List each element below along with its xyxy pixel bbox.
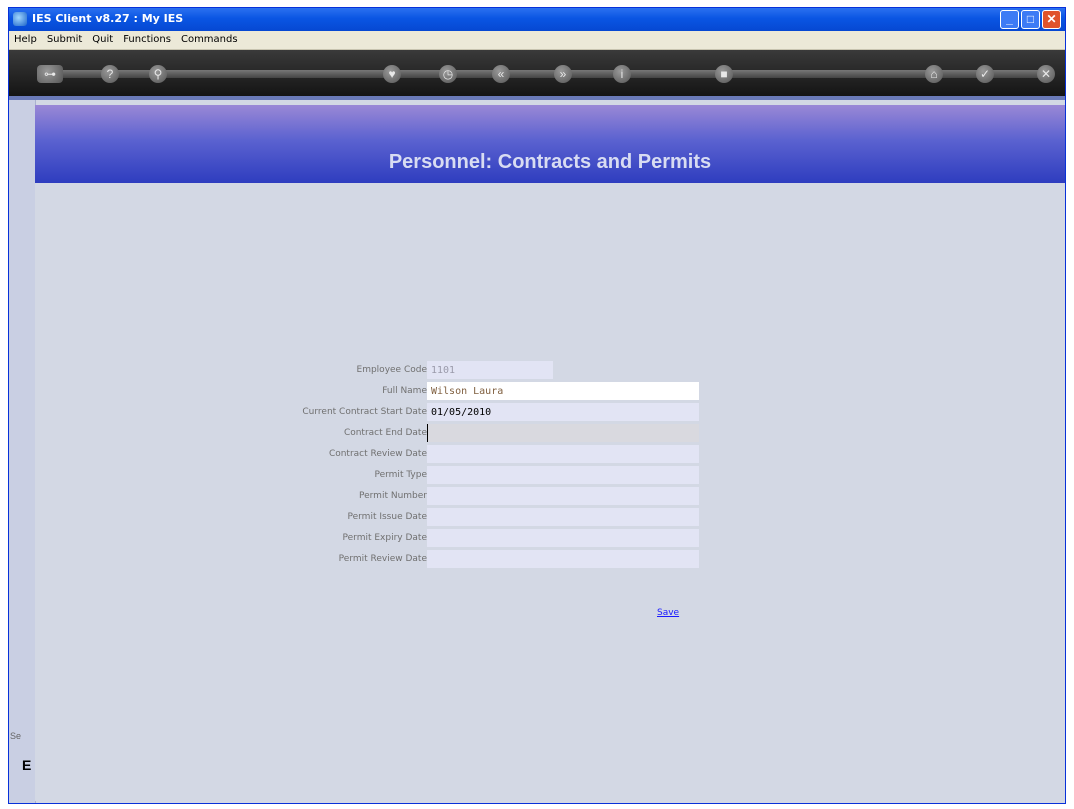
close-icon[interactable]: ✕	[1037, 65, 1055, 83]
contract-end-row: Contract End Date	[35, 423, 735, 443]
heart-icon[interactable]: ♥	[383, 65, 401, 83]
full-name-field[interactable]	[427, 382, 699, 400]
title-bar: IES Client v8.27 : My IES _ □ ✕	[9, 8, 1065, 31]
minimize-button[interactable]: _	[1000, 10, 1019, 29]
help-icon[interactable]: ?	[101, 65, 119, 83]
contract-start-row: Current Contract Start Date	[35, 402, 735, 422]
menu-commands[interactable]: Commands	[176, 31, 243, 45]
permit-issue-label: Permit Issue Date	[347, 512, 428, 522]
contract-start-label: Current Contract Start Date	[302, 407, 427, 417]
window-title: IES Client v8.27 : My IES	[32, 12, 184, 25]
close-window-button[interactable]: ✕	[1042, 10, 1061, 29]
permit-expiry-row: Permit Expiry Date	[35, 528, 735, 548]
menu-help[interactable]: Help	[9, 31, 42, 45]
rewind-icon[interactable]: «	[492, 65, 510, 83]
contract-review-label: Contract Review Date	[328, 449, 427, 459]
permit-number-field[interactable]	[427, 487, 699, 505]
permit-issue-row: Permit Issue Date	[35, 507, 735, 527]
stop-icon[interactable]: ■	[715, 65, 733, 83]
contract-end-label: Contract End Date	[343, 428, 427, 438]
toolbar: ⊶ ? ⚲ ♥ ◷ « » i ■ ⌂ ✓ ✕	[9, 50, 1065, 100]
contract-end-field[interactable]	[427, 424, 699, 442]
toolbar-underline	[9, 96, 1065, 100]
app-icon	[13, 12, 27, 26]
search-icon[interactable]: ⚲	[149, 65, 167, 83]
permit-issue-field[interactable]	[427, 508, 699, 526]
toolbar-rail	[37, 70, 1045, 78]
check-icon[interactable]: ✓	[976, 65, 994, 83]
permit-review-field[interactable]	[427, 550, 699, 568]
menu-bar: Help Submit Quit Functions Commands	[9, 31, 1065, 50]
maximize-button[interactable]: □	[1021, 10, 1040, 29]
menu-submit[interactable]: Submit	[42, 31, 87, 45]
permit-type-row: Permit Type	[35, 465, 735, 485]
permit-review-row: Permit Review Date	[35, 549, 735, 569]
app-window: IES Client v8.27 : My IES _ □ ✕ Help Subm…	[8, 7, 1066, 804]
contract-start-field[interactable]	[427, 403, 699, 421]
contract-review-row: Contract Review Date	[35, 444, 735, 464]
employee-code-field[interactable]	[427, 361, 553, 379]
full-name-row: Full Name	[35, 381, 735, 401]
sidebar-fragment-letter: E	[22, 757, 32, 773]
permit-type-field[interactable]	[427, 466, 699, 484]
info-icon[interactable]: i	[613, 65, 631, 83]
employee-code-row: Employee Code	[35, 360, 735, 380]
full-name-label: Full Name	[382, 386, 427, 396]
contract-review-field[interactable]	[427, 445, 699, 463]
permit-expiry-field[interactable]	[427, 529, 699, 547]
permit-type-label: Permit Type	[374, 470, 427, 480]
permit-number-label: Permit Number	[359, 491, 427, 501]
permit-expiry-label: Permit Expiry Date	[342, 533, 427, 543]
permit-review-label: Permit Review Date	[338, 554, 427, 564]
forward-icon[interactable]: »	[554, 65, 572, 83]
menu-functions[interactable]: Functions	[118, 31, 176, 45]
home-icon[interactable]: ⌂	[925, 65, 943, 83]
employee-code-label: Employee Code	[356, 365, 427, 375]
permit-number-row: Permit Number	[35, 486, 735, 506]
menu-quit[interactable]: Quit	[87, 31, 118, 45]
left-sidebar: Se E	[9, 100, 36, 803]
save-link[interactable]: Save	[657, 608, 679, 618]
clock-icon[interactable]: ◷	[439, 65, 457, 83]
page-title: Personnel: Contracts and Permits	[388, 151, 712, 173]
form-area: Employee Code Full Name Current Contract…	[35, 183, 1063, 801]
sidebar-fragment-text: Se	[10, 731, 22, 741]
key-icon[interactable]: ⊶	[37, 65, 63, 83]
page-banner: Personnel: Contracts and Permits	[35, 105, 1065, 183]
